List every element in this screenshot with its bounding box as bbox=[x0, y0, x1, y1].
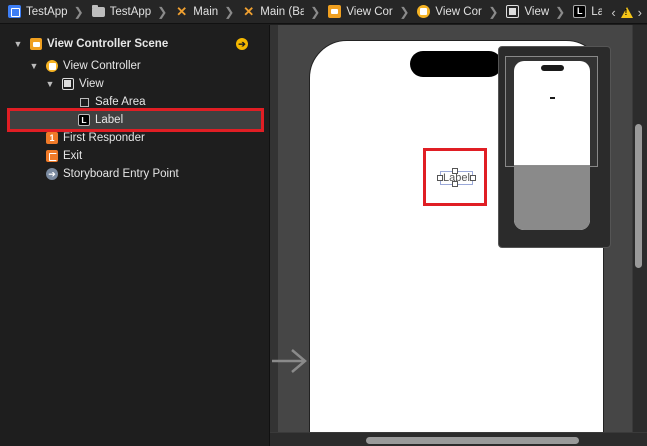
label-icon: L bbox=[573, 5, 587, 18]
disclosure-triangle-icon[interactable]: ▼ bbox=[29, 61, 39, 71]
outline-item-scene[interactable]: ▼ View Controller Scene ➔ bbox=[0, 35, 270, 53]
safe-area-icon bbox=[80, 97, 89, 107]
entry-point-arrow-icon[interactable] bbox=[270, 346, 310, 376]
chevron-right-icon: ❯ bbox=[73, 4, 84, 19]
canvas-gutter bbox=[270, 25, 278, 446]
chevron-right-icon: ❯ bbox=[399, 4, 410, 19]
breadcrumb-label: View Cor bbox=[435, 5, 482, 18]
entry-point-icon: ➔ bbox=[46, 168, 58, 180]
scene-icon bbox=[328, 5, 342, 18]
breadcrumb-project[interactable]: TestApp ❯ bbox=[0, 0, 84, 23]
outline-item-label: View Controller bbox=[63, 60, 141, 72]
view-icon bbox=[506, 5, 520, 18]
outline-item-label: View bbox=[79, 78, 104, 90]
horizontal-scroll-thumb[interactable] bbox=[366, 437, 579, 444]
chevron-right-icon: ❯ bbox=[310, 4, 321, 19]
view-controller-icon bbox=[417, 5, 431, 18]
breadcrumb-storyboard[interactable]: ✕ Main ❯ bbox=[167, 0, 235, 23]
selection-highlight-box bbox=[7, 108, 264, 132]
next-issue-icon[interactable]: › bbox=[638, 5, 642, 20]
breadcrumb-storyboard-base[interactable]: ✕ Main (Ba ❯ bbox=[234, 0, 321, 23]
breadcrumb-view[interactable]: View ❯ bbox=[498, 0, 566, 23]
outline-item-view[interactable]: ▼ View bbox=[0, 75, 270, 93]
breadcrumb-label: Main (Ba bbox=[260, 5, 305, 18]
breadcrumb-label: TestApp bbox=[109, 5, 152, 18]
outline-item-label: View Controller Scene bbox=[47, 38, 169, 50]
chevron-right-icon: ❯ bbox=[555, 4, 566, 19]
view-controller-icon bbox=[46, 60, 58, 72]
outline-item-label: Storyboard Entry Point bbox=[63, 168, 179, 180]
previous-issue-icon[interactable]: ‹ bbox=[611, 5, 615, 20]
breadcrumb-label: TestApp bbox=[26, 5, 68, 18]
breadcrumb-label: Main bbox=[193, 5, 219, 18]
breadcrumb-folder[interactable]: TestApp ❯ bbox=[84, 0, 168, 23]
warning-icon[interactable] bbox=[620, 6, 633, 18]
minimap-viewport[interactable] bbox=[505, 56, 598, 167]
folder-icon bbox=[91, 4, 105, 17]
disclosure-triangle-icon[interactable]: ▼ bbox=[45, 79, 55, 89]
breadcrumb-scene[interactable]: View Cor ❯ bbox=[320, 0, 410, 23]
view-icon bbox=[62, 78, 74, 90]
scene-icon bbox=[30, 38, 42, 50]
outline-item-entry-point[interactable]: ➔ Storyboard Entry Point bbox=[0, 165, 270, 183]
go-to-arrow-icon[interactable]: ➔ bbox=[236, 38, 248, 50]
minimap-offscreen-area bbox=[514, 165, 590, 230]
disclosure-triangle-icon[interactable]: ▼ bbox=[13, 39, 23, 49]
vertical-scroll-thumb[interactable] bbox=[635, 124, 642, 268]
dynamic-island bbox=[410, 51, 502, 77]
breadcrumb-view-controller[interactable]: View Cor ❯ bbox=[409, 0, 499, 23]
exit-icon bbox=[46, 150, 58, 162]
chevron-right-icon: ❯ bbox=[224, 4, 235, 19]
breadcrumb-label: View Cor bbox=[346, 5, 393, 18]
project-icon bbox=[8, 5, 21, 18]
jump-bar: TestApp ❯ TestApp ❯ ✕ Main ❯ ✕ Main (Ba … bbox=[0, 0, 647, 24]
chevron-right-icon: ❯ bbox=[488, 4, 499, 19]
outline-item-view-controller[interactable]: ▼ View Controller bbox=[0, 57, 270, 75]
outline-item-label: First Responder bbox=[63, 132, 145, 144]
outline-item-exit[interactable]: Exit bbox=[0, 147, 270, 165]
outline-item-label: Exit bbox=[63, 150, 83, 162]
selection-highlight-box bbox=[423, 148, 487, 206]
storyboard-icon: ✕ bbox=[176, 4, 188, 19]
chevron-right-icon: ❯ bbox=[157, 4, 168, 19]
issue-navigation: ‹ › bbox=[602, 0, 647, 23]
first-responder-icon: 1 bbox=[46, 132, 58, 144]
breadcrumb-label: View bbox=[524, 5, 550, 18]
storyboard-icon: ✕ bbox=[243, 4, 255, 19]
outline-item-label: Safe Area bbox=[95, 96, 146, 108]
